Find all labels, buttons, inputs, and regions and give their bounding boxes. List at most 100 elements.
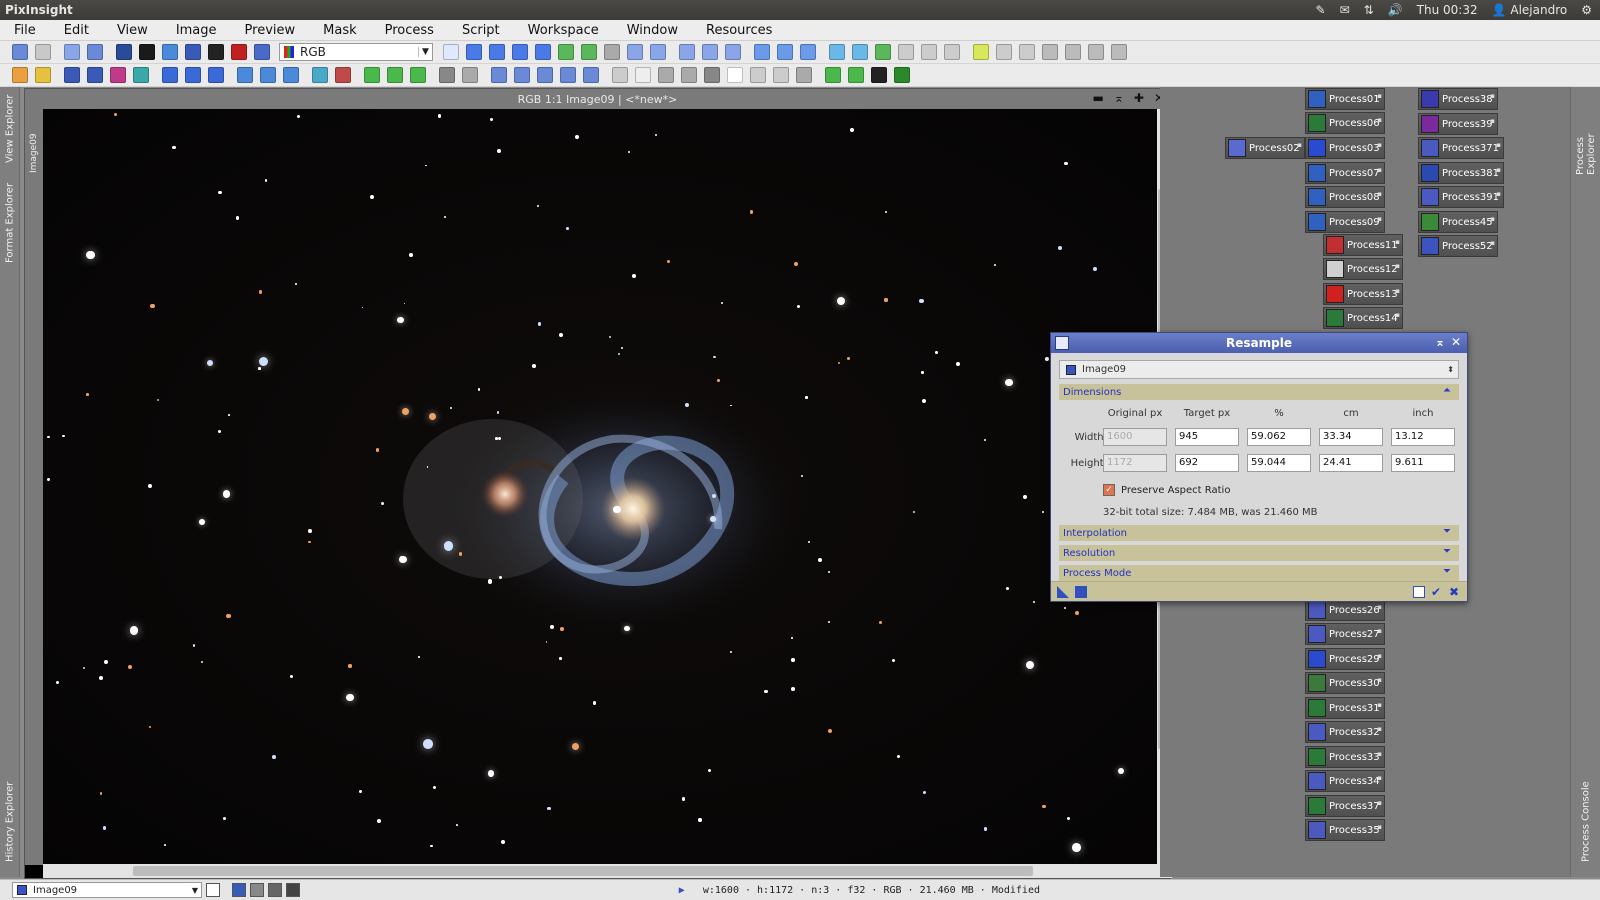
process-icon-process30[interactable]: Process30 ▪ <box>1305 672 1385 694</box>
apply-check-icon[interactable]: ✔ <box>1431 586 1443 598</box>
process-icon-process52[interactable]: Process52 ▪ <box>1418 235 1498 257</box>
display-mode-3-icon[interactable] <box>268 883 282 897</box>
tab-history-explorer[interactable]: History Explorer <box>1 777 19 867</box>
tool-6-icon[interactable] <box>1041 44 1058 60</box>
process-icon-process27[interactable]: Process27 ▪ <box>1305 623 1385 645</box>
menu-process[interactable]: Process <box>371 23 448 38</box>
mask-enable-icon[interactable] <box>132 67 149 83</box>
resample-dialog[interactable]: Resample ⌅ ✕ Image09 ⬍ Dimensions ⏶ Orig… <box>1050 332 1468 602</box>
layer-4-icon[interactable] <box>893 67 910 83</box>
play-icon[interactable]: ▶ <box>679 885 685 896</box>
volume-icon[interactable]: 🔊 <box>1388 3 1403 17</box>
process-icon-process39[interactable]: Process39 ▪ <box>1418 113 1498 135</box>
mask-9-icon[interactable] <box>795 67 812 83</box>
resample-titlebar[interactable]: Resample ⌅ ✕ <box>1051 333 1467 353</box>
layer-3-icon[interactable] <box>870 67 887 83</box>
height-percent-field[interactable]: 59.044 <box>1247 454 1311 472</box>
mask-invert-icon[interactable] <box>86 67 103 83</box>
mirror-v-icon[interactable] <box>582 67 599 83</box>
process-1-icon[interactable] <box>236 67 253 83</box>
shade-icon[interactable]: ⌅ <box>1435 335 1445 349</box>
open-icon[interactable] <box>11 67 28 83</box>
height-cm-field[interactable]: 24.41 <box>1319 454 1383 472</box>
tab-format-explorer[interactable]: Format Explorer <box>1 175 19 271</box>
process-2-icon[interactable] <box>259 67 276 83</box>
pointer-icon[interactable] <box>603 44 620 60</box>
stf-icon[interactable] <box>230 44 247 60</box>
layer-1-icon[interactable] <box>824 67 841 83</box>
new-image-icon[interactable] <box>63 44 80 60</box>
menu-resources[interactable]: Resources <box>692 23 786 38</box>
process-icon-process07[interactable]: Process07 ▪ <box>1305 162 1385 184</box>
horizontal-scroll-thumb[interactable] <box>133 866 1033 876</box>
section-process-mode[interactable]: Process Mode ⏷ <box>1059 565 1459 581</box>
process-icon-process14[interactable]: Process14 ▪ <box>1323 307 1403 329</box>
undo-icon[interactable] <box>11 44 28 60</box>
menu-workspace[interactable]: Workspace <box>514 23 613 38</box>
process-3-icon[interactable] <box>282 67 299 83</box>
mask-7-icon[interactable] <box>749 67 766 83</box>
view-2-icon[interactable] <box>461 67 478 83</box>
menu-edit[interactable]: Edit <box>50 23 103 38</box>
rotate-180-icon[interactable] <box>536 67 553 83</box>
highlight-tool-icon[interactable] <box>972 44 989 60</box>
edit-icon[interactable]: ✎ <box>1316 3 1326 17</box>
tool-1-icon[interactable] <box>897 44 914 60</box>
image-window[interactable]: RGB 1:1 Image09 | <*new*> ▬ ⌅ ✚ ✕ Image0… <box>24 88 1183 879</box>
preview-icon[interactable] <box>161 67 178 83</box>
menu-image[interactable]: Image <box>162 23 231 38</box>
width-cm-field[interactable]: 33.34 <box>1319 428 1383 446</box>
width-percent-field[interactable]: 59.062 <box>1247 428 1311 446</box>
menu-preview[interactable]: Preview <box>231 23 310 38</box>
target-view-select[interactable]: Image09 ⬍ <box>1059 360 1459 379</box>
magnify-3-icon[interactable] <box>724 44 741 60</box>
process-5-icon[interactable] <box>334 67 351 83</box>
height-target-field[interactable]: 692 <box>1175 454 1239 472</box>
minimize-icon[interactable]: ▬ <box>1092 91 1103 105</box>
window-fit-icon[interactable] <box>753 44 770 60</box>
display-mode-2-icon[interactable] <box>250 883 264 897</box>
display-green-icon[interactable] <box>161 44 178 60</box>
mail-icon[interactable]: ✉ <box>1340 3 1350 17</box>
reset-icon[interactable]: ✖ <box>1449 586 1461 598</box>
horizontal-scrollbar[interactable] <box>43 864 1172 878</box>
tool-4-icon[interactable] <box>995 44 1012 60</box>
display-mode-4-icon[interactable] <box>286 883 300 897</box>
geometry-2-icon[interactable] <box>386 67 403 83</box>
clock[interactable]: Thu 00:32 <box>1417 3 1478 17</box>
process-icon-process391[interactable]: Process391 ▪ <box>1418 186 1504 208</box>
new-instance-icon[interactable] <box>1057 586 1069 598</box>
process-icon-process09[interactable]: Process09 ▪ <box>1305 211 1385 233</box>
mirror-h-icon[interactable] <box>559 67 576 83</box>
image-window-titlebar[interactable]: RGB 1:1 Image09 | <*new*> ▬ ⌅ ✚ ✕ <box>25 89 1170 109</box>
tool-5-icon[interactable] <box>1018 44 1035 60</box>
process-icon-process11[interactable]: Process11 ▪ <box>1323 234 1403 256</box>
tab-view-explorer[interactable]: View Explorer <box>1 89 19 169</box>
view-tab[interactable]: Image09 <box>27 123 41 183</box>
menu-window[interactable]: Window <box>613 23 692 38</box>
script-icon[interactable] <box>874 44 891 60</box>
process-icon-process45[interactable]: Process45 ▪ <box>1418 211 1498 233</box>
process-icon-process06[interactable]: Process06 ▪ <box>1305 112 1385 134</box>
apply-global-icon[interactable] <box>1075 586 1087 598</box>
browse-doc-icon[interactable] <box>1413 586 1425 598</box>
new-preview-icon[interactable] <box>557 44 574 60</box>
tool-7-icon[interactable] <box>1064 44 1081 60</box>
menu-view[interactable]: View <box>103 23 162 38</box>
magnify-2-icon[interactable] <box>701 44 718 60</box>
edit-preview-icon[interactable] <box>580 44 597 60</box>
process-icon-process29[interactable]: Process29 ▪ <box>1305 648 1385 670</box>
mask-show-icon[interactable] <box>63 67 80 83</box>
redo-icon[interactable] <box>34 44 51 60</box>
folder-icon[interactable] <box>34 67 51 83</box>
zoom-in-icon[interactable] <box>488 44 505 60</box>
display-lum-icon[interactable] <box>207 44 224 60</box>
status-view-select[interactable]: Image09 ▼ <box>12 882 202 898</box>
display-blue-icon[interactable] <box>184 44 201 60</box>
section-resolution[interactable]: Resolution ⏷ <box>1059 545 1459 561</box>
view-options-icon[interactable] <box>206 883 220 897</box>
width-inch-field[interactable]: 13.12 <box>1391 428 1455 446</box>
process-icon-process35[interactable]: Process35 ▪ <box>1305 819 1385 841</box>
zoom-2-icon[interactable] <box>649 44 666 60</box>
width-target-field[interactable]: 945 <box>1175 428 1239 446</box>
